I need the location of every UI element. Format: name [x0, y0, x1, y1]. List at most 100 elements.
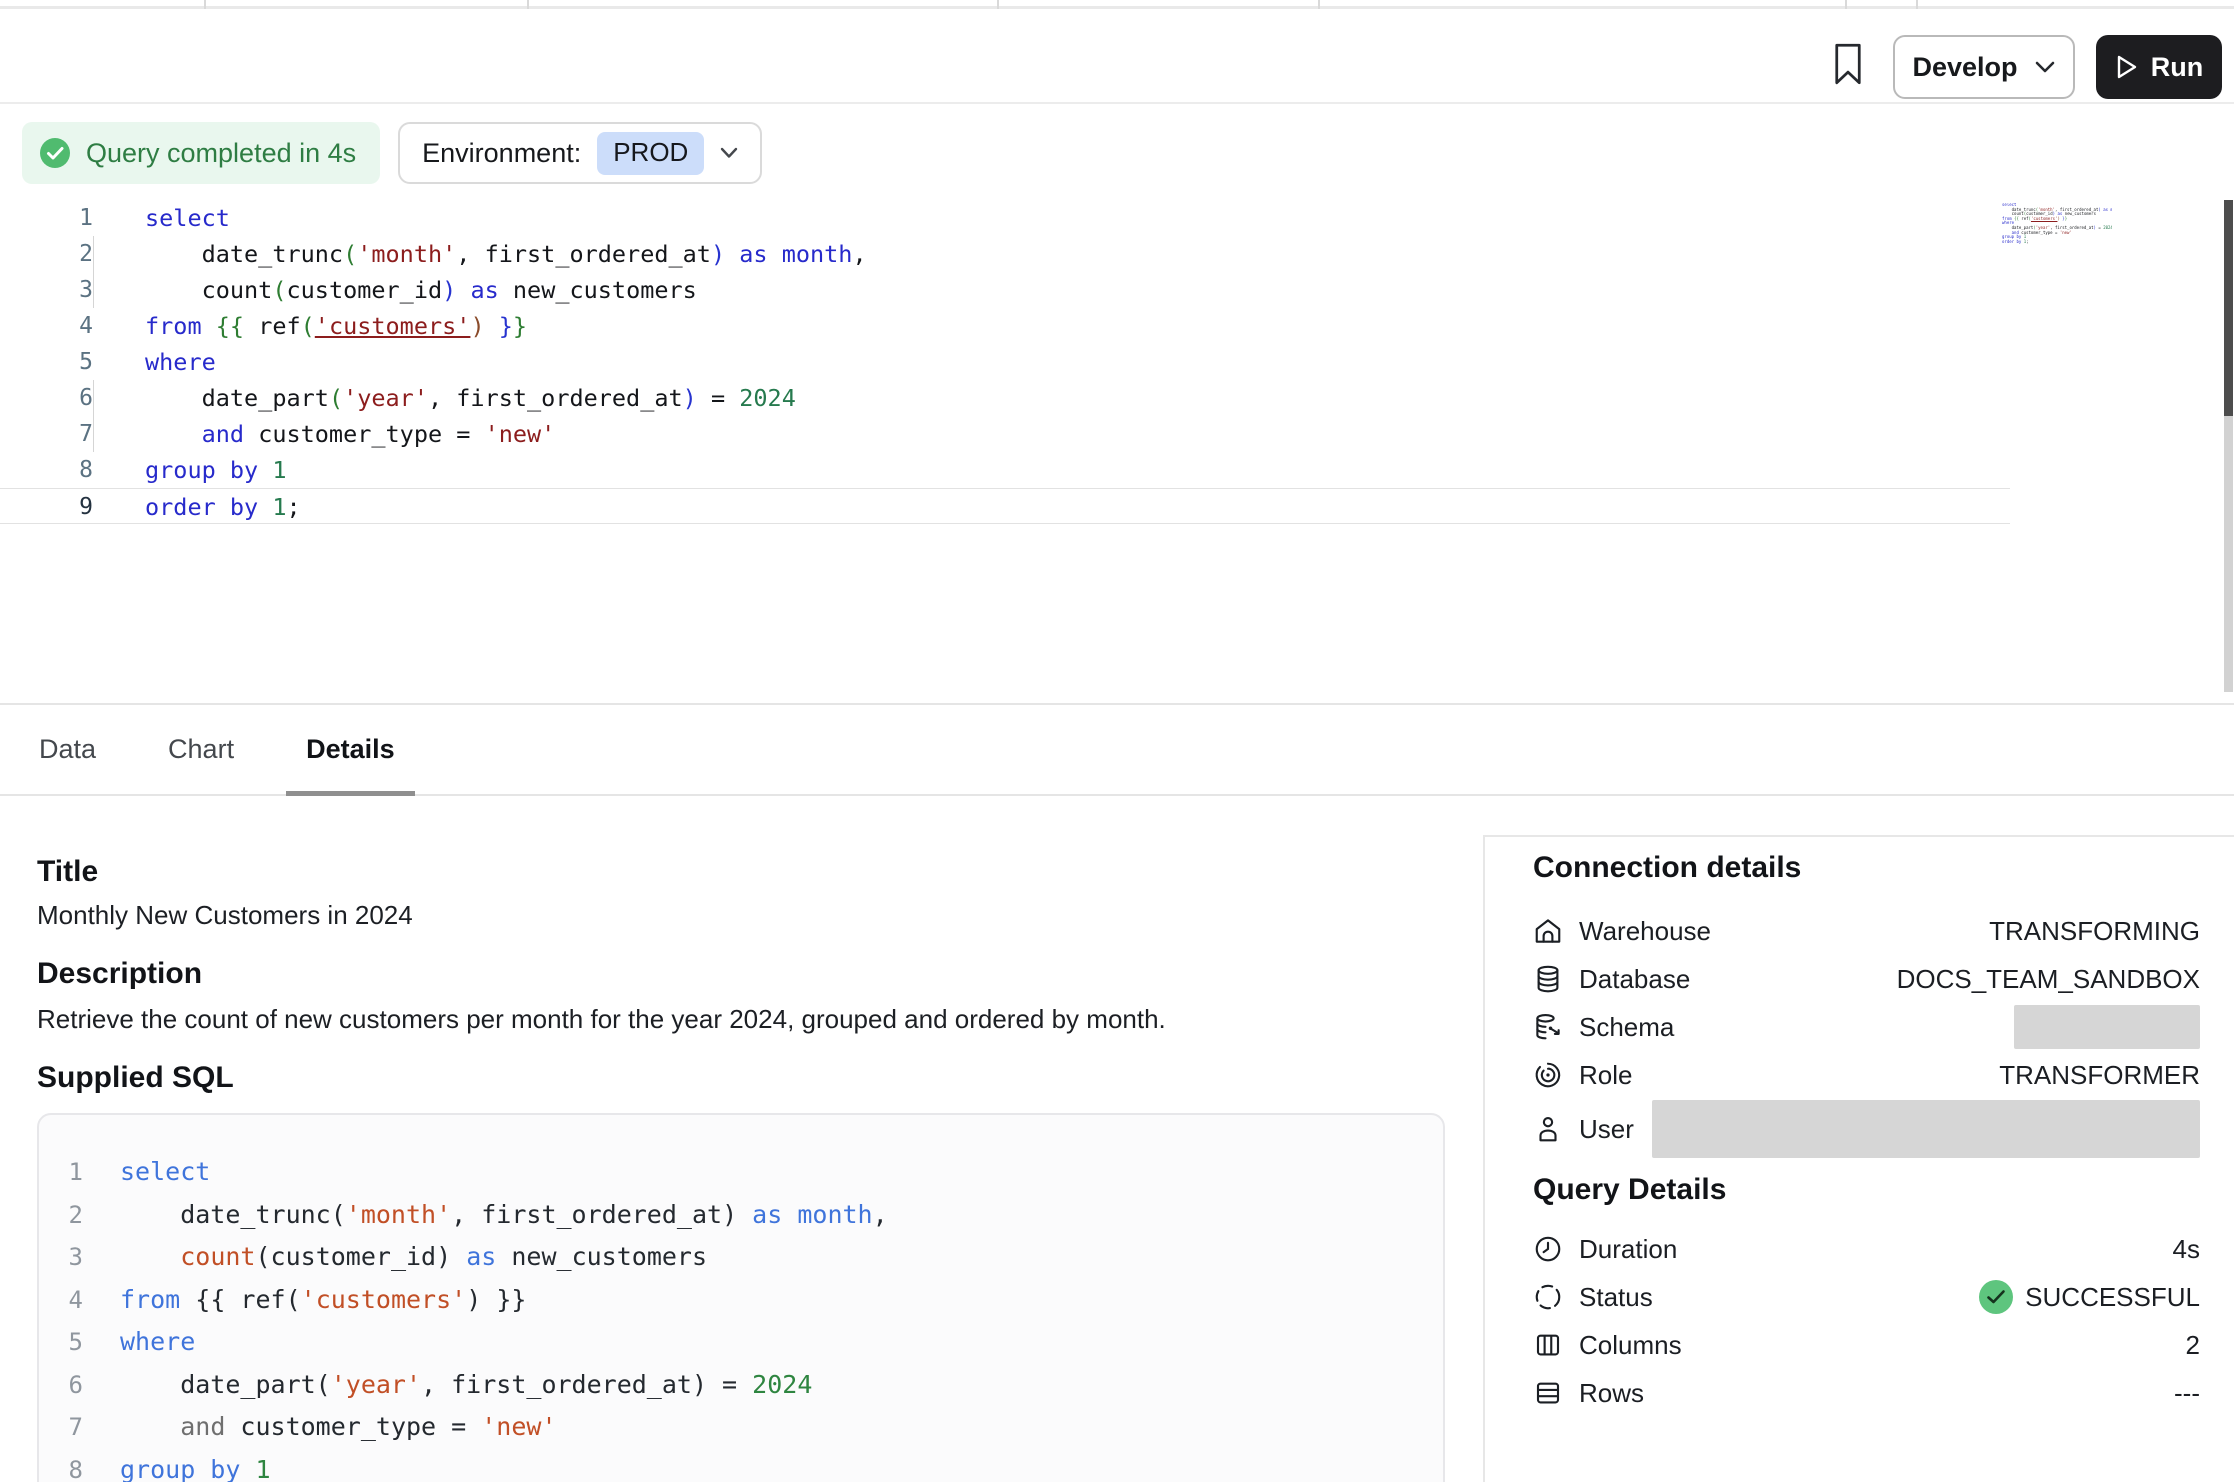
code-line-2: 2 date_trunc('month', first_ordered_at) … — [57, 1194, 1423, 1237]
code-line-8[interactable]: 8group by 1 — [0, 452, 2010, 488]
detail-row-rows: Rows --- — [1533, 1369, 2200, 1417]
rows-icon — [1533, 1378, 1563, 1408]
code-line-5[interactable]: 5where — [0, 344, 2010, 380]
code-line-5: 5where — [57, 1321, 1423, 1364]
title-heading: Title — [37, 855, 98, 889]
code-line-6[interactable]: 6 date_part('year', first_ordered_at) = … — [0, 380, 2010, 416]
tab-chart[interactable]: Chart — [166, 705, 236, 794]
bookmark-icon[interactable] — [1833, 42, 1863, 86]
detail-label: User — [1579, 1114, 1634, 1145]
detail-value: 4s — [2173, 1234, 2200, 1265]
play-icon — [2115, 54, 2139, 80]
detail-value: TRANSFORMER — [1999, 1060, 2200, 1091]
line-number: 5 — [0, 344, 93, 380]
line-number: 1 — [0, 200, 93, 236]
line-number: 3 — [57, 1236, 83, 1279]
code-text: select — [83, 1151, 1423, 1194]
code-line-8: 8group by 1 — [57, 1449, 1423, 1482]
code-text: count(customer_id) as new_customers — [93, 272, 2010, 308]
detail-label: Warehouse — [1579, 916, 1711, 947]
code-text: from {{ ref('customers') }} — [93, 308, 2010, 344]
chevron-down-icon — [2034, 60, 2056, 74]
connection-details-heading: Connection details — [1533, 851, 2200, 885]
tab-divider — [997, 0, 999, 9]
detail-value: DOCS_TEAM_SANDBOX — [1897, 964, 2200, 995]
detail-value — [2014, 1005, 2200, 1049]
columns-icon — [1533, 1330, 1563, 1360]
schema-icon — [1533, 1012, 1563, 1042]
query-details-heading: Query Details — [1533, 1173, 2200, 1207]
warehouse-icon — [1533, 916, 1563, 946]
detail-label: Role — [1579, 1060, 1632, 1091]
code-text: date_trunc('month', first_ordered_at) as… — [93, 236, 2010, 272]
role-icon — [1533, 1060, 1563, 1090]
supplied-sql-code-block: 1select2 date_trunc('month', first_order… — [37, 1113, 1445, 1482]
detail-row-status: Status SUCCESSFUL — [1533, 1273, 2200, 1321]
line-number: 6 — [0, 380, 93, 416]
description-value: Retrieve the count of new customers per … — [37, 1004, 1166, 1035]
detail-row-user: User — [1533, 1099, 2200, 1159]
browser-tab-strip[interactable] — [0, 0, 2234, 9]
title-value: Monthly New Customers in 2024 — [37, 900, 413, 931]
tab-divider — [1318, 0, 1320, 9]
app-window: Develop Run Query completed in 4s Enviro… — [0, 0, 2234, 1482]
detail-label: Rows — [1579, 1378, 1644, 1409]
chevron-down-icon — [720, 147, 738, 159]
detail-row-role: Role TRANSFORMER — [1533, 1051, 2200, 1099]
code-line-6: 6 date_part('year', first_ordered_at) = … — [57, 1364, 1423, 1407]
editor-scrollbar-track[interactable] — [2224, 200, 2233, 692]
redacted-value — [2014, 1005, 2200, 1049]
code-line-2[interactable]: 2 date_trunc('month', first_ordered_at) … — [0, 236, 2010, 272]
editor-scrollbar-thumb[interactable] — [2224, 200, 2233, 416]
code-text: and customer_type = 'new' — [83, 1406, 1423, 1449]
code-text: and customer_type = 'new' — [93, 416, 2010, 452]
line-number: 4 — [0, 308, 93, 344]
query-status-row: Query completed in 4s Environment: PROD — [22, 122, 762, 184]
develop-label: Develop — [1912, 52, 2017, 83]
code-text: group by 1 — [93, 452, 2010, 488]
code-line-1: 1select — [57, 1151, 1423, 1194]
tab-divider — [1845, 0, 1847, 9]
detail-label: Schema — [1579, 1012, 1674, 1043]
detail-label: Status — [1579, 1282, 1653, 1313]
code-line-3[interactable]: 3 count(customer_id) as new_customers — [0, 272, 2010, 308]
editor-minimap[interactable]: 1select2 date_trunc('month', first_order… — [1996, 203, 2112, 249]
code-line-1[interactable]: 1select — [0, 200, 2010, 236]
line-number: 4 — [57, 1279, 83, 1322]
code-text: order by 1; — [93, 489, 2010, 523]
line-number: 6 — [57, 1364, 83, 1407]
environment-label: Environment: — [422, 138, 581, 169]
detail-value: SUCCESSFUL — [1979, 1280, 2200, 1314]
environment-value-pill: PROD — [597, 132, 704, 175]
supplied-sql-heading: Supplied SQL — [37, 1061, 234, 1095]
code-line-9[interactable]: 9order by 1; — [0, 488, 2010, 524]
result-tabs: Data Chart Details — [0, 703, 2234, 796]
code-text: select — [93, 200, 2010, 236]
sql-editor[interactable]: 1select2 date_trunc('month', first_order… — [0, 200, 2010, 524]
line-number: 8 — [57, 1449, 83, 1482]
tab-details[interactable]: Details — [304, 705, 397, 794]
code-line-9: 9order by 1; — [1996, 240, 2112, 245]
description-heading: Description — [37, 957, 202, 991]
detail-row-database: DatabaseDOCS_TEAM_SANDBOX — [1533, 955, 2200, 1003]
code-line-7[interactable]: 7 and customer_type = 'new' — [0, 416, 2010, 452]
detail-value: --- — [2174, 1378, 2200, 1409]
user-icon — [1533, 1114, 1563, 1144]
detail-value: 2 — [2186, 1330, 2200, 1361]
tab-data[interactable]: Data — [37, 705, 98, 794]
query-status-pill: Query completed in 4s — [22, 122, 380, 184]
run-button[interactable]: Run — [2096, 35, 2222, 99]
code-text: where — [83, 1321, 1423, 1364]
develop-dropdown-button[interactable]: Develop — [1893, 35, 2075, 99]
code-line-7: 7 and customer_type = 'new' — [57, 1406, 1423, 1449]
line-number: 8 — [0, 452, 93, 488]
detail-row-schema: Schema — [1533, 1003, 2200, 1051]
detail-row-warehouse: WarehouseTRANSFORMING — [1533, 907, 2200, 955]
code-line-4[interactable]: 4from {{ ref('customers') }} — [0, 308, 2010, 344]
success-check-icon — [1979, 1280, 2013, 1314]
detail-value — [1652, 1100, 2200, 1158]
code-text: order by 1; — [1996, 240, 2112, 245]
code-line-4: 4from {{ ref('customers') }} — [57, 1279, 1423, 1322]
environment-selector[interactable]: Environment: PROD — [398, 122, 762, 184]
run-label: Run — [2151, 52, 2203, 83]
